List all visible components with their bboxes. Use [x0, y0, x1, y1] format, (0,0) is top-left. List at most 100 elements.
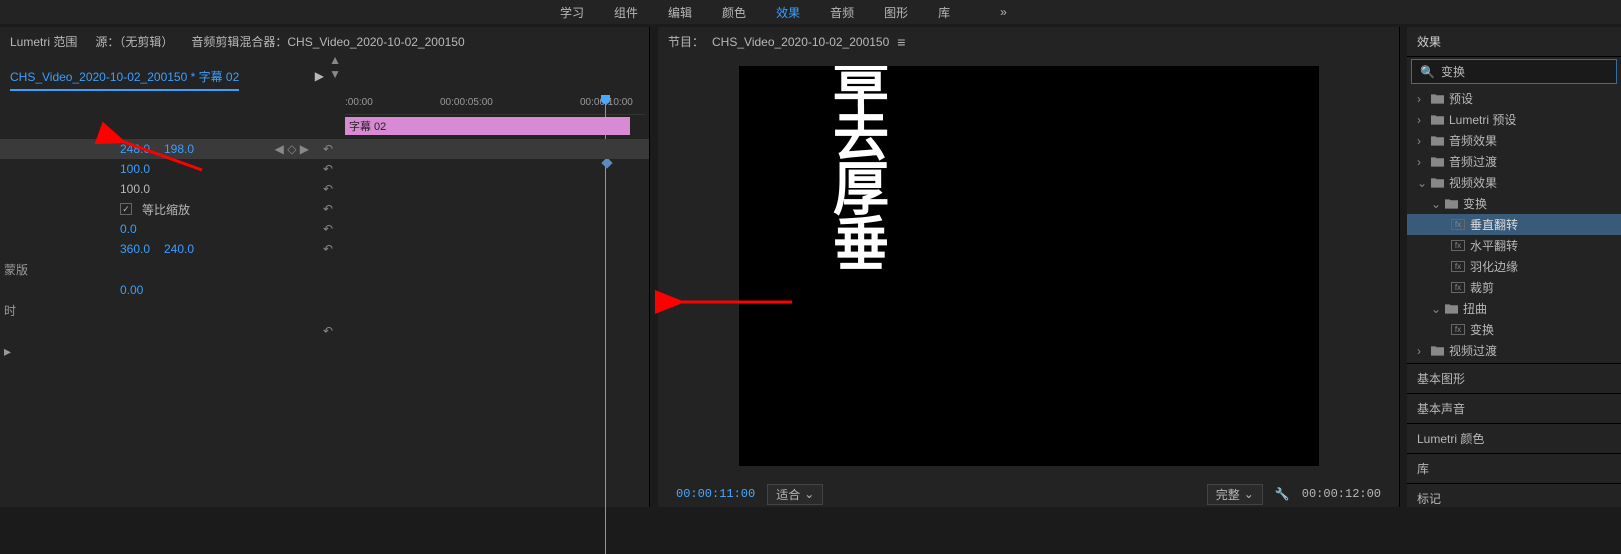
position-y[interactable]: 198.0: [164, 142, 204, 156]
ws-graphics[interactable]: 图形: [884, 4, 908, 21]
tree-presets[interactable]: ›预设: [1407, 88, 1621, 109]
vertical-title-text: 章去厚垂: [817, 66, 898, 267]
position-x[interactable]: 248.0: [120, 142, 160, 156]
row-scale-width: 100.0 ↶: [0, 179, 649, 199]
program-controls: 00:00:11:00 适合⌄ 完整⌄ 🔧 00:00:12:00: [658, 481, 1399, 507]
folder-icon: [1430, 345, 1444, 356]
ws-effects[interactable]: 效果: [776, 4, 800, 21]
chevron-right-icon: ›: [1417, 92, 1425, 106]
chevron-right-icon: ›: [1417, 134, 1425, 148]
keyframe-nav[interactable]: ◀ ◇ ▶: [275, 142, 309, 156]
row-empty: ↶: [0, 321, 649, 341]
uniform-scale-checkbox[interactable]: ✓: [120, 203, 132, 215]
reset-icon[interactable]: ↶: [323, 142, 333, 156]
ws-edit[interactable]: 编辑: [668, 4, 692, 21]
tree-audio-transitions[interactable]: ›音频过渡: [1407, 151, 1621, 172]
reset-icon[interactable]: ↶: [323, 182, 333, 196]
chevron-down-icon: ⌄: [1431, 197, 1439, 211]
row-time-label: 时: [0, 300, 649, 321]
fx-icon: fx: [1451, 219, 1465, 230]
tab-library[interactable]: 库: [1407, 453, 1621, 483]
current-timecode[interactable]: 00:00:11:00: [676, 487, 755, 501]
fx-icon: fx: [1451, 261, 1465, 272]
uniform-scale-label: 等比缩放: [142, 201, 190, 218]
tree-lumetri-presets[interactable]: ›Lumetri 预设: [1407, 109, 1621, 130]
search-icon: 🔍: [1420, 65, 1435, 79]
clip-name[interactable]: CHS_Video_2020-10-02_200150 * 字幕 02: [10, 68, 239, 85]
ws-library[interactable]: 库: [938, 4, 950, 21]
right-collapsed-panels: 基本图形 基本声音 Lumetri 颜色 库 标记: [1407, 363, 1621, 513]
ws-color[interactable]: 颜色: [722, 4, 746, 21]
rotation-value[interactable]: 0.0: [120, 222, 160, 236]
anchor-y[interactable]: 240.0: [164, 242, 204, 256]
chevron-right-icon: ›: [1417, 155, 1425, 169]
effects-panel-title: 效果: [1407, 27, 1621, 57]
tree-crop[interactable]: fx裁剪: [1407, 277, 1621, 298]
chevron-right-icon: ›: [1417, 344, 1425, 358]
tree-video-effects[interactable]: ⌄视频效果: [1407, 172, 1621, 193]
tab-essential-sound[interactable]: 基本声音: [1407, 393, 1621, 423]
play-icon[interactable]: ▶: [315, 69, 324, 83]
folder-icon: [1430, 177, 1444, 188]
ws-learn[interactable]: 学习: [560, 4, 584, 21]
tree-transform-fx[interactable]: fx变换: [1407, 319, 1621, 340]
reset-icon[interactable]: ↶: [323, 202, 333, 216]
reset-icon[interactable]: ↶: [323, 162, 333, 176]
program-viewport[interactable]: 章去厚垂: [658, 56, 1399, 481]
tree-vertical-flip[interactable]: fx垂直翻转: [1407, 214, 1621, 235]
chevron-down-icon: ⌄: [1431, 302, 1439, 316]
folder-icon: [1430, 135, 1444, 146]
tab-lumetri-color[interactable]: Lumetri 颜色: [1407, 423, 1621, 453]
scale-width-value[interactable]: 100.0: [120, 182, 160, 196]
tree-audio-effects[interactable]: ›音频效果: [1407, 130, 1621, 151]
tab-audiomixer[interactable]: 音频剪辑混合器：CHS_Video_2020-10-02_200150: [191, 33, 464, 50]
settings-wrench-icon[interactable]: 🔧: [1275, 487, 1290, 501]
tab-lumetri-scopes[interactable]: Lumetri 范围: [10, 33, 77, 50]
effect-controls-panel: Lumetri 范围 源：（无剪辑） 音频剪辑混合器：CHS_Video_202…: [0, 27, 650, 507]
properties-list: 248.0 198.0 ◀ ◇ ▶ ↶ 100.0 ↶ 100.0 ↶ ✓ 等比…: [0, 96, 649, 362]
tab-markers[interactable]: 标记: [1407, 483, 1621, 513]
reset-icon[interactable]: ↶: [323, 242, 333, 256]
program-header: 节目： CHS_Video_2020-10-02_200150 ≡: [658, 27, 1399, 56]
duration-timecode: 00:00:12:00: [1302, 487, 1381, 501]
folder-icon: [1444, 198, 1458, 209]
workspace-tabs: 学习 组件 编辑 颜色 效果 音频 图形 库 »: [0, 0, 1621, 24]
reset-icon[interactable]: ↶: [323, 222, 333, 236]
tree-distort-folder[interactable]: ⌄扭曲: [1407, 298, 1621, 319]
tree-horizontal-flip[interactable]: fx水平翻转: [1407, 235, 1621, 256]
chevron-down-icon: ⌄: [1244, 487, 1254, 501]
program-label: 节目：: [668, 33, 704, 50]
program-sequence-name: CHS_Video_2020-10-02_200150: [712, 35, 889, 49]
panel-menu-icon[interactable]: ≡: [897, 34, 905, 50]
tree-video-transitions[interactable]: ›视频过渡: [1407, 340, 1621, 361]
chevron-down-icon: ⌄: [804, 487, 814, 501]
feather-value[interactable]: 0.00: [120, 283, 160, 297]
tab-essential-graphics[interactable]: 基本图形: [1407, 363, 1621, 393]
row-anchor: 360.0 240.0 ↶: [0, 239, 649, 259]
ws-assembly[interactable]: 组件: [614, 4, 638, 21]
row-scale: 100.0 ↶: [0, 159, 649, 179]
folder-icon: [1430, 156, 1444, 167]
source-header: CHS_Video_2020-10-02_200150 * 字幕 02 ▶ ▲▼: [0, 56, 649, 96]
effects-search-input[interactable]: 🔍 变换: [1411, 59, 1617, 84]
row-position: 248.0 198.0 ◀ ◇ ▶ ↶: [0, 139, 649, 159]
fx-icon: fx: [1451, 282, 1465, 293]
tree-feather-edges[interactable]: fx羽化边缘: [1407, 256, 1621, 277]
resolution-dropdown[interactable]: 完整⌄: [1207, 484, 1263, 505]
timeline-nav-arrows: ▲▼: [329, 53, 341, 81]
row-expand[interactable]: ▸: [0, 341, 649, 362]
row-feather: 0.00: [0, 280, 649, 300]
anchor-x[interactable]: 360.0: [120, 242, 160, 256]
chevron-right-icon: ›: [1417, 113, 1425, 127]
tree-transform-folder[interactable]: ⌄变换: [1407, 193, 1621, 214]
scale-value[interactable]: 100.0: [120, 162, 160, 176]
fx-icon: fx: [1451, 240, 1465, 251]
video-frame: 章去厚垂: [739, 66, 1319, 466]
zoom-fit-dropdown[interactable]: 适合⌄: [767, 484, 823, 505]
ws-more-icon[interactable]: »: [1000, 5, 1007, 19]
effects-panel: 效果 🔍 变换 ›预设 ›Lumetri 预设 ›音频效果 ›音频过渡 ⌄视频效…: [1407, 27, 1621, 507]
reset-icon[interactable]: ↶: [323, 324, 333, 338]
row-rotation: 0.0 ↶: [0, 219, 649, 239]
ws-audio[interactable]: 音频: [830, 4, 854, 21]
tab-source[interactable]: 源：（无剪辑）: [95, 33, 173, 50]
